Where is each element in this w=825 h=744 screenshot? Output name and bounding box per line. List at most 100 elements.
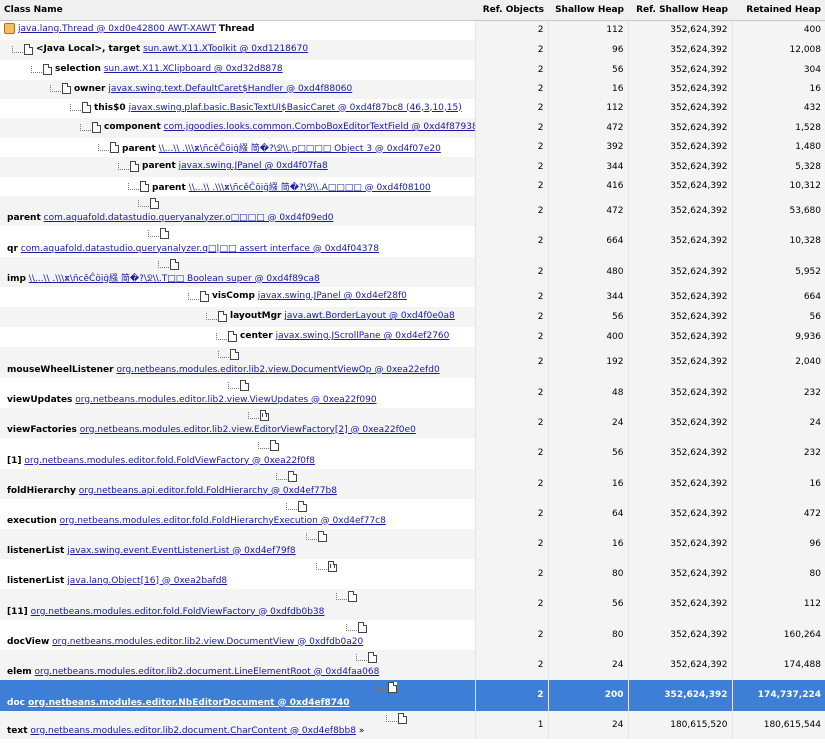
object-link[interactable]: javax.swing.plaf.basic.BasicTextUI$Basic… <box>129 103 462 113</box>
reference-label: parent javax.swing.JPanel @ 0xd4f07fa8 <box>142 161 328 171</box>
object-link[interactable]: com.aquafold.datastudio.queryanalyzer.o□… <box>44 213 334 223</box>
table-row[interactable]: parent javax.swing.JPanel @ 0xd4f07fa8 2 3… <box>0 156 825 177</box>
shallow-heap-cell: 400 <box>547 326 628 347</box>
table-row[interactable]: qr com.aquafold.datastudio.queryanalyzer… <box>0 225 825 257</box>
object-icon <box>43 63 52 75</box>
table-row[interactable]: listenerList java.lang.Object[16] @ 0xea… <box>0 558 825 589</box>
class-name-cell: doc org.netbeans.modules.editor.NbEditor… <box>0 679 475 711</box>
table-row[interactable]: elem org.netbeans.modules.editor.lib2.do… <box>0 649 825 680</box>
tree-connector <box>316 562 327 570</box>
ref-shallow-heap-cell: 352,624,392 <box>627 20 732 40</box>
object-link[interactable]: sun.awt.X11.XClipboard @ 0xd32d8878 <box>104 64 283 74</box>
shallow-heap-cell: 416 <box>547 176 628 196</box>
object-link[interactable]: com.aquafold.datastudio.queryanalyzer.q□… <box>21 244 379 254</box>
table-row[interactable]: center javax.swing.JScrollPane @ 0xd4ef2… <box>0 326 825 347</box>
object-link[interactable]: javax.swing.JPanel @ 0xd4ef28f0 <box>258 291 407 301</box>
col-shallow-heap[interactable]: Shallow Heap <box>548 0 628 21</box>
object-link[interactable]: org.netbeans.modules.editor.lib2.view.Ed… <box>80 425 416 435</box>
ref-shallow-heap-cell: 352,624,392 <box>627 528 732 559</box>
table-row[interactable]: docView org.netbeans.modules.editor.lib2… <box>0 619 825 650</box>
object-link[interactable]: \\...\\ .\\\ѫ\ñcěĈöiğ繦 简�?\ᘖ\\.A□□□□ @ 0… <box>189 183 431 193</box>
object-link[interactable]: sun.awt.X11.XToolkit @ 0xd1218670 <box>143 44 308 54</box>
object-link[interactable]: javax.swing.JScrollPane @ 0xd4ef2760 <box>276 331 450 341</box>
ref-objects-cell: 2 <box>474 679 548 711</box>
object-link[interactable]: \\...\\ .\\\ѫ\ñcěĈöiğ繦 简�?\ᘖ\\.p□□□□ Obj… <box>159 144 441 154</box>
table-row[interactable]: [11] org.netbeans.modules.editor.fold.Fo… <box>0 588 825 620</box>
field-name: text <box>7 725 28 736</box>
retained-heap-cell: 80 <box>731 558 825 589</box>
object-link[interactable]: java.awt.BorderLayout @ 0xd4f0e0a8 <box>284 311 454 321</box>
table-row[interactable]: visComp javax.swing.JPanel @ 0xd4ef28f0 2… <box>0 286 825 307</box>
object-link[interactable]: org.netbeans.modules.editor.lib2.view.Do… <box>52 637 363 647</box>
table-row[interactable]: imp \\...\\ .\\\ѫ\ñcěĈöiğ繦 简�?\ᘖ\\.T□□ B… <box>0 256 825 287</box>
table-row[interactable]: listenerList javax.swing.event.EventList… <box>0 528 825 559</box>
object-icon <box>388 681 397 693</box>
object-link[interactable]: javax.swing.text.DefaultCaret$Handler @ … <box>108 84 352 94</box>
field-name: parent <box>152 182 186 193</box>
table-row[interactable]: execution org.netbeans.modules.editor.fo… <box>0 498 825 529</box>
reference-label: listenerList javax.swing.event.EventList… <box>7 546 296 556</box>
object-link[interactable]: org.netbeans.modules.editor.lib2.view.Vi… <box>75 395 376 405</box>
object-link[interactable]: com.jgoodies.looks.common.ComboBoxEditor… <box>164 122 475 132</box>
class-name-cell: parent javax.swing.JPanel @ 0xd4f07fa8 <box>0 156 475 177</box>
tree-connector <box>228 381 239 389</box>
ref-shallow-heap-cell: 352,624,392 <box>627 498 732 529</box>
ref-shallow-heap-cell: 352,624,392 <box>627 176 732 196</box>
field-name: qr <box>7 243 18 254</box>
retained-heap-cell: 174,737,224 <box>731 679 825 711</box>
col-retained-heap[interactable]: Retained Heap <box>732 0 825 21</box>
class-name-cell: foldHierarchy org.netbeans.api.editor.fo… <box>0 468 475 499</box>
table-row[interactable]: text org.netbeans.modules.editor.lib2.do… <box>0 710 825 739</box>
ref-shallow-heap-cell: 352,624,392 <box>627 79 732 99</box>
table-row[interactable]: owner javax.swing.text.DefaultCaret$Hand… <box>0 79 825 99</box>
table-row[interactable]: viewUpdates org.netbeans.modules.editor.… <box>0 377 825 408</box>
field-name: listenerList <box>7 575 65 586</box>
table-row[interactable]: viewFactories org.netbeans.modules.edito… <box>0 407 825 438</box>
reference-label: elem org.netbeans.modules.editor.lib2.do… <box>7 667 379 677</box>
table-row[interactable]: foldHierarchy org.netbeans.api.editor.fo… <box>0 468 825 499</box>
object-link[interactable]: \\...\\ .\\\ѫ\ñcěĈöiğ繦 简�?\ᘖ\\.T□□ Boole… <box>29 274 320 284</box>
object-link[interactable]: java.lang.Object[16] @ 0xea2bafd8 <box>67 576 227 586</box>
col-ref-objects[interactable]: Ref. Objects <box>475 0 548 21</box>
object-link[interactable]: org.netbeans.modules.editor.lib2.view.Do… <box>116 365 439 375</box>
ref-objects-cell: 2 <box>474 117 548 138</box>
retained-heap-cell: 5,952 <box>731 256 825 287</box>
table-row[interactable]: parent \\...\\ .\\\ѫ\ñcěĈöiğ繦 简�?\ᘖ\\.A□… <box>0 176 825 196</box>
table-row[interactable]: this$0 javax.swing.plaf.basic.BasicTextU… <box>0 98 825 118</box>
retained-heap-cell: 472 <box>731 498 825 529</box>
table-row[interactable]: doc org.netbeans.modules.editor.NbEditor… <box>0 679 825 711</box>
object-link[interactable]: org.netbeans.modules.editor.fold.FoldVie… <box>31 607 325 617</box>
object-link[interactable]: javax.swing.JPanel @ 0xd4f07fa8 <box>179 161 328 171</box>
class-name-cell: [1] org.netbeans.modules.editor.fold.Fol… <box>0 438 475 469</box>
ref-shallow-heap-cell: 180,615,520 <box>627 710 732 739</box>
table-row[interactable]: mouseWheelListener org.netbeans.modules.… <box>0 346 825 378</box>
object-icon <box>200 290 209 302</box>
col-ref-shallow-heap[interactable]: Ref. Shallow Heap <box>628 0 732 21</box>
object-link[interactable]: java.lang.Thread @ 0xd0e42800 AWT-XAWT <box>18 24 216 34</box>
object-link[interactable]: org.netbeans.modules.editor.lib2.documen… <box>30 726 356 736</box>
ref-shallow-heap-cell: 352,624,392 <box>627 59 732 80</box>
table-row[interactable]: layoutMgr java.awt.BorderLayout @ 0xd4f0… <box>0 306 825 327</box>
object-link[interactable]: org.netbeans.api.editor.fold.FoldHierarc… <box>79 486 337 496</box>
object-link[interactable]: org.netbeans.modules.editor.lib2.documen… <box>35 667 380 677</box>
table-row[interactable]: parent \\...\\ .\\\ѫ\ñcěĈöiğ繦 简�?\ᘖ\\.p□… <box>0 137 825 157</box>
tree-connector <box>376 683 387 691</box>
object-link[interactable]: org.netbeans.modules.editor.fold.FoldVie… <box>24 456 315 466</box>
table-row[interactable]: selection sun.awt.X11.XClipboard @ 0xd32… <box>0 59 825 80</box>
object-link[interactable]: javax.swing.event.EventListenerList @ 0x… <box>67 546 295 556</box>
class-name-cell: elem org.netbeans.modules.editor.lib2.do… <box>0 649 475 680</box>
col-class-name[interactable]: Class Name <box>0 0 475 21</box>
ref-objects-cell: 2 <box>474 407 548 438</box>
tree-connector <box>248 411 259 419</box>
table-row[interactable]: <Java Local>, target sun.awt.X11.XToolki… <box>0 39 825 60</box>
object-icon <box>62 83 71 94</box>
table-row[interactable]: parent com.aquafold.datastudio.queryanal… <box>0 195 825 226</box>
object-icon <box>160 227 169 239</box>
object-link[interactable]: org.netbeans.modules.editor.NbEditorDocu… <box>28 698 349 708</box>
table-row[interactable]: [1] org.netbeans.modules.editor.fold.Fol… <box>0 437 825 469</box>
ref-objects-cell: 1 <box>474 710 548 739</box>
field-name: foldHierarchy <box>7 485 76 496</box>
table-row[interactable]: component com.jgoodies.looks.common.Comb… <box>0 117 825 138</box>
object-link[interactable]: org.netbeans.modules.editor.fold.FoldHie… <box>60 516 386 526</box>
table-row[interactable]: java.lang.Thread @ 0xd0e42800 AWT-XAWT T… <box>0 20 825 40</box>
